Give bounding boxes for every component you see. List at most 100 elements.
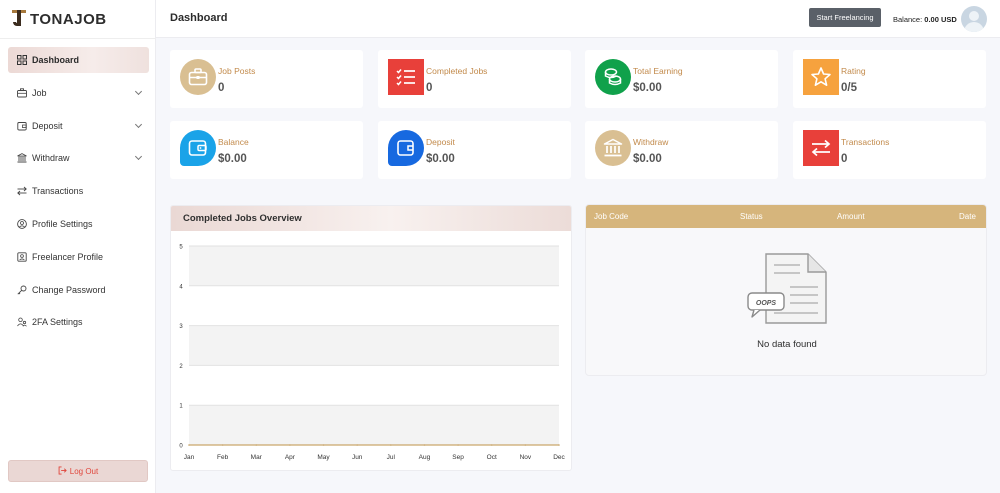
empty-document-icon: OOPS bbox=[747, 253, 827, 324]
x-tick-label: Jul bbox=[387, 454, 396, 461]
stat-card-deposit[interactable]: Deposit $0.00 bbox=[378, 121, 571, 179]
sidebar-item-label: Job bbox=[32, 87, 47, 98]
logo-text: TONAJOB bbox=[30, 10, 107, 28]
stat-label: Deposit bbox=[426, 137, 455, 147]
chart-data-point bbox=[524, 444, 527, 446]
chart-grid-band bbox=[189, 405, 559, 445]
sidebar-item-job[interactable]: Job bbox=[8, 80, 149, 106]
y-tick-label: 3 bbox=[179, 324, 183, 330]
sidebar-item-label: Freelancer Profile bbox=[32, 251, 104, 262]
chart-data-point bbox=[457, 444, 459, 446]
chart-data-point bbox=[356, 444, 358, 446]
x-tick-label: Jan bbox=[184, 454, 195, 461]
key-icon bbox=[17, 285, 27, 295]
x-tick-label: Aug bbox=[419, 454, 431, 461]
stat-value: $0.00 bbox=[633, 82, 662, 94]
sidebar-item-label: Dashboard bbox=[32, 55, 80, 65]
chart-data-point bbox=[255, 444, 258, 446]
balance-value: 0.00 USD bbox=[924, 15, 957, 24]
x-tick-label: May bbox=[317, 454, 330, 461]
checklist-icon bbox=[388, 59, 424, 95]
wallet-icon bbox=[17, 121, 27, 131]
column-header-date[interactable]: Date bbox=[959, 212, 976, 221]
logo[interactable]: TONAJOB bbox=[12, 9, 107, 29]
sidebar-item-label: Change Password bbox=[32, 284, 106, 295]
y-tick-label: 5 bbox=[179, 245, 183, 251]
grid-icon bbox=[17, 55, 27, 65]
stat-label: Completed Jobs bbox=[426, 66, 488, 76]
sidebar-item-deposit[interactable]: Deposit bbox=[8, 113, 149, 139]
completed-jobs-chart: 0 1 2 3 4 5 Jan Feb Mar Apr May Jun Jul Aug Sep Oct Nov D… bbox=[179, 245, 565, 462]
sidebar-item-withdraw[interactable]: Withdraw bbox=[8, 145, 149, 171]
column-header-job-code[interactable]: Job Code bbox=[594, 212, 628, 221]
chevron-down-icon bbox=[134, 153, 143, 161]
stat-value: 0 bbox=[426, 82, 433, 94]
completed-jobs-chart-panel: Completed Jobs Overview 0 1 2 3 4 5 Jan Feb Mar A… bbox=[170, 205, 572, 471]
x-tick-label: Feb bbox=[217, 454, 229, 461]
chart-data-point bbox=[490, 444, 493, 446]
y-tick-label: 2 bbox=[179, 364, 183, 370]
chart-grid-band bbox=[189, 325, 559, 366]
stat-value: 0/5 bbox=[841, 82, 857, 94]
stat-value: $0.00 bbox=[633, 153, 662, 165]
sidebar-item-label: Profile Settings bbox=[32, 218, 93, 229]
transfer-icon bbox=[17, 186, 27, 196]
wallet-icon bbox=[388, 130, 424, 166]
x-tick-label: Mar bbox=[251, 454, 263, 461]
x-tick-label: Dec bbox=[553, 454, 565, 461]
sidebar: TONAJOB Dashboard Job Deposit Withdraw T… bbox=[0, 0, 156, 493]
stat-card-transactions[interactable]: Transactions 0 bbox=[793, 121, 986, 179]
logout-icon bbox=[58, 465, 67, 477]
stat-value: $0.00 bbox=[426, 153, 455, 165]
sidebar-item-profile-settings[interactable]: Profile Settings bbox=[8, 211, 149, 237]
stat-card-total-earning[interactable]: Total Earning $0.00 bbox=[585, 50, 778, 108]
stat-label: Balance bbox=[218, 137, 249, 147]
stat-card-completed-jobs[interactable]: Completed Jobs 0 bbox=[378, 50, 571, 108]
sidebar-item-label: Transactions bbox=[32, 186, 84, 197]
x-tick-label: Oct bbox=[487, 454, 497, 461]
column-header-amount[interactable]: Amount bbox=[837, 212, 865, 221]
logout-button[interactable]: Log Out bbox=[8, 460, 148, 482]
sidebar-divider bbox=[0, 38, 156, 39]
stat-value: 0 bbox=[841, 153, 848, 165]
table-header: Job Code Status Amount Date bbox=[586, 205, 986, 228]
sidebar-item-freelancer-profile[interactable]: Freelancer Profile bbox=[8, 244, 149, 270]
user-circle-icon bbox=[17, 219, 27, 229]
chart-data-point bbox=[221, 444, 224, 446]
briefcase-icon bbox=[17, 88, 27, 98]
sidebar-item-dashboard[interactable]: Dashboard bbox=[8, 47, 149, 73]
x-tick-label: Nov bbox=[520, 454, 532, 461]
chart-data-point bbox=[558, 444, 560, 446]
stat-card-job-posts[interactable]: Job Posts 0 bbox=[170, 50, 363, 108]
chevron-down-icon bbox=[134, 87, 143, 95]
coins-icon bbox=[595, 59, 631, 95]
stat-card-rating[interactable]: Rating 0/5 bbox=[793, 50, 986, 108]
chart-data-point bbox=[188, 444, 190, 446]
sidebar-item-label: Withdraw bbox=[32, 153, 70, 164]
sidebar-item-label: Deposit bbox=[32, 120, 63, 131]
avatar[interactable] bbox=[961, 6, 987, 32]
jobs-table-panel: Job Code Status Amount Date OOPS No data… bbox=[585, 204, 987, 376]
bank-icon bbox=[17, 153, 27, 163]
header-balance: Balance: 0.00 USD bbox=[893, 15, 957, 24]
sidebar-item-change-password[interactable]: Change Password bbox=[8, 277, 149, 303]
balance-label: Balance: bbox=[893, 15, 923, 24]
column-header-status[interactable]: Status bbox=[740, 212, 763, 221]
stat-value: 0 bbox=[218, 82, 225, 94]
transfer-icon bbox=[803, 130, 839, 166]
chart-title: Completed Jobs Overview bbox=[171, 206, 571, 231]
users-icon bbox=[17, 317, 27, 327]
chart-data-point bbox=[322, 444, 325, 446]
stat-card-balance[interactable]: Balance $0.00 bbox=[170, 121, 363, 179]
oops-text: OOPS bbox=[756, 300, 777, 307]
chart-grid-band bbox=[189, 246, 559, 286]
sidebar-item-transactions[interactable]: Transactions bbox=[8, 178, 149, 204]
sidebar-item-2fa-settings[interactable]: 2FA Settings bbox=[8, 309, 149, 335]
stat-card-withdraw[interactable]: Withdraw $0.00 bbox=[585, 121, 778, 179]
y-tick-label: 4 bbox=[179, 284, 183, 290]
star-icon bbox=[803, 59, 839, 95]
chart-data-point bbox=[423, 444, 426, 446]
start-freelancing-button[interactable]: Start Freelancing bbox=[809, 8, 881, 27]
stat-label: Job Posts bbox=[218, 66, 256, 76]
sidebar-item-label: 2FA Settings bbox=[32, 317, 83, 328]
